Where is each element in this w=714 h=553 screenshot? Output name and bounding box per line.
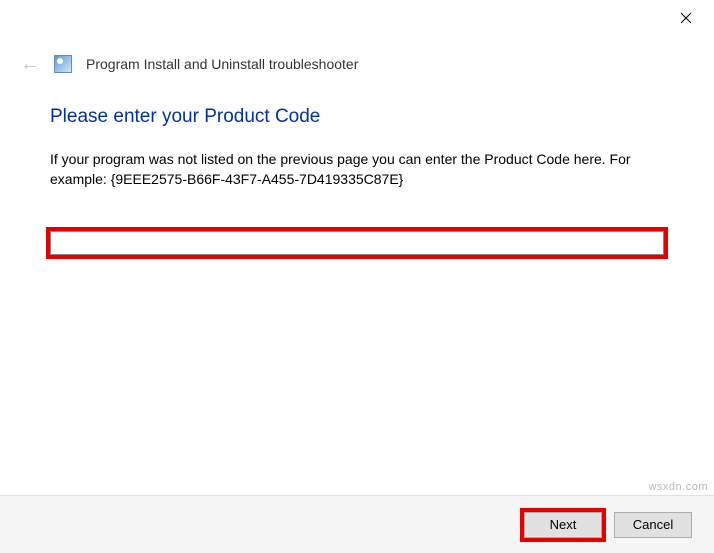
titlebar	[0, 0, 714, 36]
watermark-text: wsxdn.com	[648, 481, 708, 493]
cancel-button[interactable]: Cancel	[614, 512, 692, 538]
wizard-title: Program Install and Uninstall troublesho…	[86, 56, 358, 72]
back-arrow-icon: ←	[20, 54, 40, 74]
close-icon[interactable]	[674, 6, 698, 30]
content-area: Please enter your Product Code If your p…	[0, 84, 714, 259]
next-button-highlight: Next	[520, 508, 606, 542]
next-button[interactable]: Next	[524, 512, 602, 538]
instruction-text: If your program was not listed on the pr…	[50, 150, 664, 189]
page-heading: Please enter your Product Code	[50, 106, 664, 128]
wizard-footer: Next Cancel	[0, 495, 714, 553]
troubleshooter-icon	[54, 55, 72, 73]
wizard-header: ← Program Install and Uninstall troubles…	[0, 36, 714, 84]
input-highlight-box	[46, 227, 668, 259]
product-code-input[interactable]	[50, 231, 664, 255]
